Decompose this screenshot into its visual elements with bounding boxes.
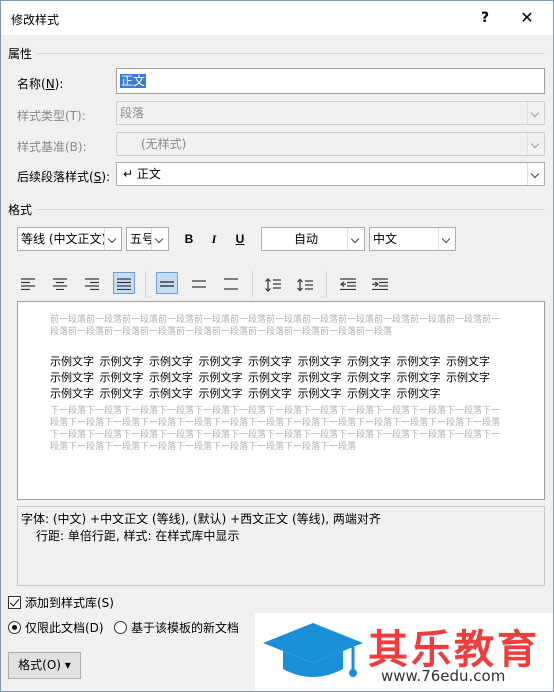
align-left-button[interactable]: [17, 273, 39, 295]
align-right-button[interactable]: [81, 273, 103, 295]
chevron-down-icon: [104, 228, 121, 250]
preview-previous-paragraph: 前一段落前一段落前一段落前一段落前一段落前一段落前一段落前一段落前一段落前一段落…: [50, 315, 501, 337]
preview-sample-line: 示例文字 示例文字 示例文字 示例文字 示例文字 示例文字 示例文字 示例文字: [50, 387, 441, 400]
preview-sample-line: 示例文字 示例文字 示例文字 示例文字 示例文字 示例文字 示例文字 示例文字 …: [50, 371, 490, 384]
next-style-label: 后续段落样式(S):: [17, 170, 111, 184]
font-color-select[interactable]: 自动: [261, 227, 365, 251]
font-size-select[interactable]: 五号: [126, 227, 169, 251]
preview-next-paragraph: 下一段落下一段落下一段落下一段落下一段落下一段落下一段落下一段落下一段落下一段落…: [50, 406, 501, 452]
watermark-url: www.76edu.com: [381, 667, 506, 685]
decrease-spacing-icon: [297, 278, 313, 292]
add-to-gallery-checkbox[interactable]: 添加到样式库(S): [8, 594, 114, 611]
language-value: 中文: [373, 232, 398, 246]
radio-unselected-icon: [114, 621, 127, 634]
format-button[interactable]: 格式(O) ▾: [8, 652, 81, 679]
chevron-down-icon: [151, 228, 168, 250]
style-description: 字体: (中文) +中文正文 (等线), (默认) +西文正文 (等线), 两端…: [17, 506, 545, 586]
window-title: 修改样式: [11, 13, 60, 27]
toolbar-divider: [252, 271, 253, 297]
new-documents-label: 基于该模板的新文档: [131, 621, 240, 635]
single-spacing-icon: [160, 281, 174, 287]
only-this-document-radio[interactable]: 仅限此文档(D): [8, 619, 104, 636]
format-divider: [37, 209, 545, 210]
one-half-spacing-button[interactable]: [188, 273, 210, 295]
increase-spacing-button[interactable]: [262, 273, 284, 295]
name-input[interactable]: 正文: [116, 68, 545, 94]
increase-spacing-icon: [265, 278, 281, 292]
increase-indent-icon: [372, 278, 388, 290]
language-select[interactable]: 中文: [369, 227, 456, 251]
chevron-down-icon: [438, 228, 455, 250]
font-color-value: 自动: [294, 232, 319, 246]
description-line: 行距: 单倍行距, 样式: 在样式库中显示: [36, 529, 240, 543]
preview-sample-line: 示例文字 示例文字 示例文字 示例文字 示例文字 示例文字 示例文字 示例文字 …: [50, 355, 490, 368]
name-value: 正文: [120, 74, 147, 88]
bold-button[interactable]: B: [178, 228, 200, 250]
align-left-icon: [21, 278, 35, 290]
style-type-label: 样式类型(T):: [17, 109, 86, 123]
style-type-select[interactable]: 段落: [116, 101, 545, 125]
justify-icon: [117, 278, 131, 290]
increase-indent-button[interactable]: [369, 273, 391, 295]
font-value: 等线 (中文正文): [21, 232, 107, 246]
justify-button[interactable]: [113, 272, 135, 294]
double-spacing-button[interactable]: [220, 273, 242, 295]
decrease-indent-icon: [340, 278, 356, 290]
name-label: 名称(N):: [17, 77, 64, 91]
toolbar-divider: [145, 271, 146, 297]
format-section-label: 格式: [8, 203, 33, 217]
chevron-down-icon: [527, 163, 544, 185]
underline-button[interactable]: U: [229, 228, 251, 250]
checkbox-checked-icon: [8, 596, 21, 609]
decrease-indent-button[interactable]: [337, 273, 359, 295]
description-line: 字体: (中文) +中文正文 (等线), (默认) +西文正文 (等线), 两端…: [21, 512, 381, 526]
font-select[interactable]: 等线 (中文正文): [17, 227, 122, 251]
toolbar-divider: [326, 271, 327, 297]
decrease-spacing-button[interactable]: [294, 273, 316, 295]
italic-button[interactable]: I: [203, 228, 225, 250]
new-documents-radio[interactable]: 基于该模板的新文档: [114, 619, 239, 636]
only-this-document-label: 仅限此文档(D): [25, 621, 104, 635]
align-right-icon: [85, 278, 99, 290]
next-style-select[interactable]: ↵ 正文: [116, 162, 545, 186]
double-spacing-icon: [224, 278, 238, 290]
based-on-label: 样式基准(B):: [17, 140, 87, 154]
radio-selected-icon: [8, 621, 21, 634]
properties-divider: [37, 53, 545, 54]
chevron-down-icon: [527, 102, 544, 124]
based-on-select[interactable]: (无样式): [116, 132, 545, 156]
title-bar: 修改样式 ? ✕: [1, 1, 553, 35]
style-type-value: 段落: [120, 106, 145, 120]
align-center-icon: [53, 278, 67, 290]
properties-section-label: 属性: [8, 47, 33, 61]
one-half-spacing-icon: [192, 280, 206, 288]
next-style-value: ↵ 正文: [123, 167, 161, 181]
help-button[interactable]: ?: [473, 6, 497, 30]
chevron-down-icon: [347, 228, 364, 250]
style-preview: 前一段落前一段落前一段落前一段落前一段落前一段落前一段落前一段落前一段落前一段落…: [17, 301, 545, 500]
watermark-logo: 其乐教育 www.76edu.com: [255, 613, 553, 691]
align-center-button[interactable]: [49, 273, 71, 295]
close-button[interactable]: ✕: [513, 6, 541, 30]
chevron-down-icon: [527, 133, 544, 155]
add-to-gallery-label: 添加到样式库(S): [25, 596, 114, 610]
graduation-cap-icon: [263, 623, 363, 677]
modify-style-dialog: 修改样式 ? ✕ 属性 名称(N): 正文 样式类型(T): 段落 样式基准(B…: [0, 0, 554, 692]
based-on-value: (无样式): [141, 137, 187, 151]
single-spacing-button[interactable]: [156, 272, 178, 294]
